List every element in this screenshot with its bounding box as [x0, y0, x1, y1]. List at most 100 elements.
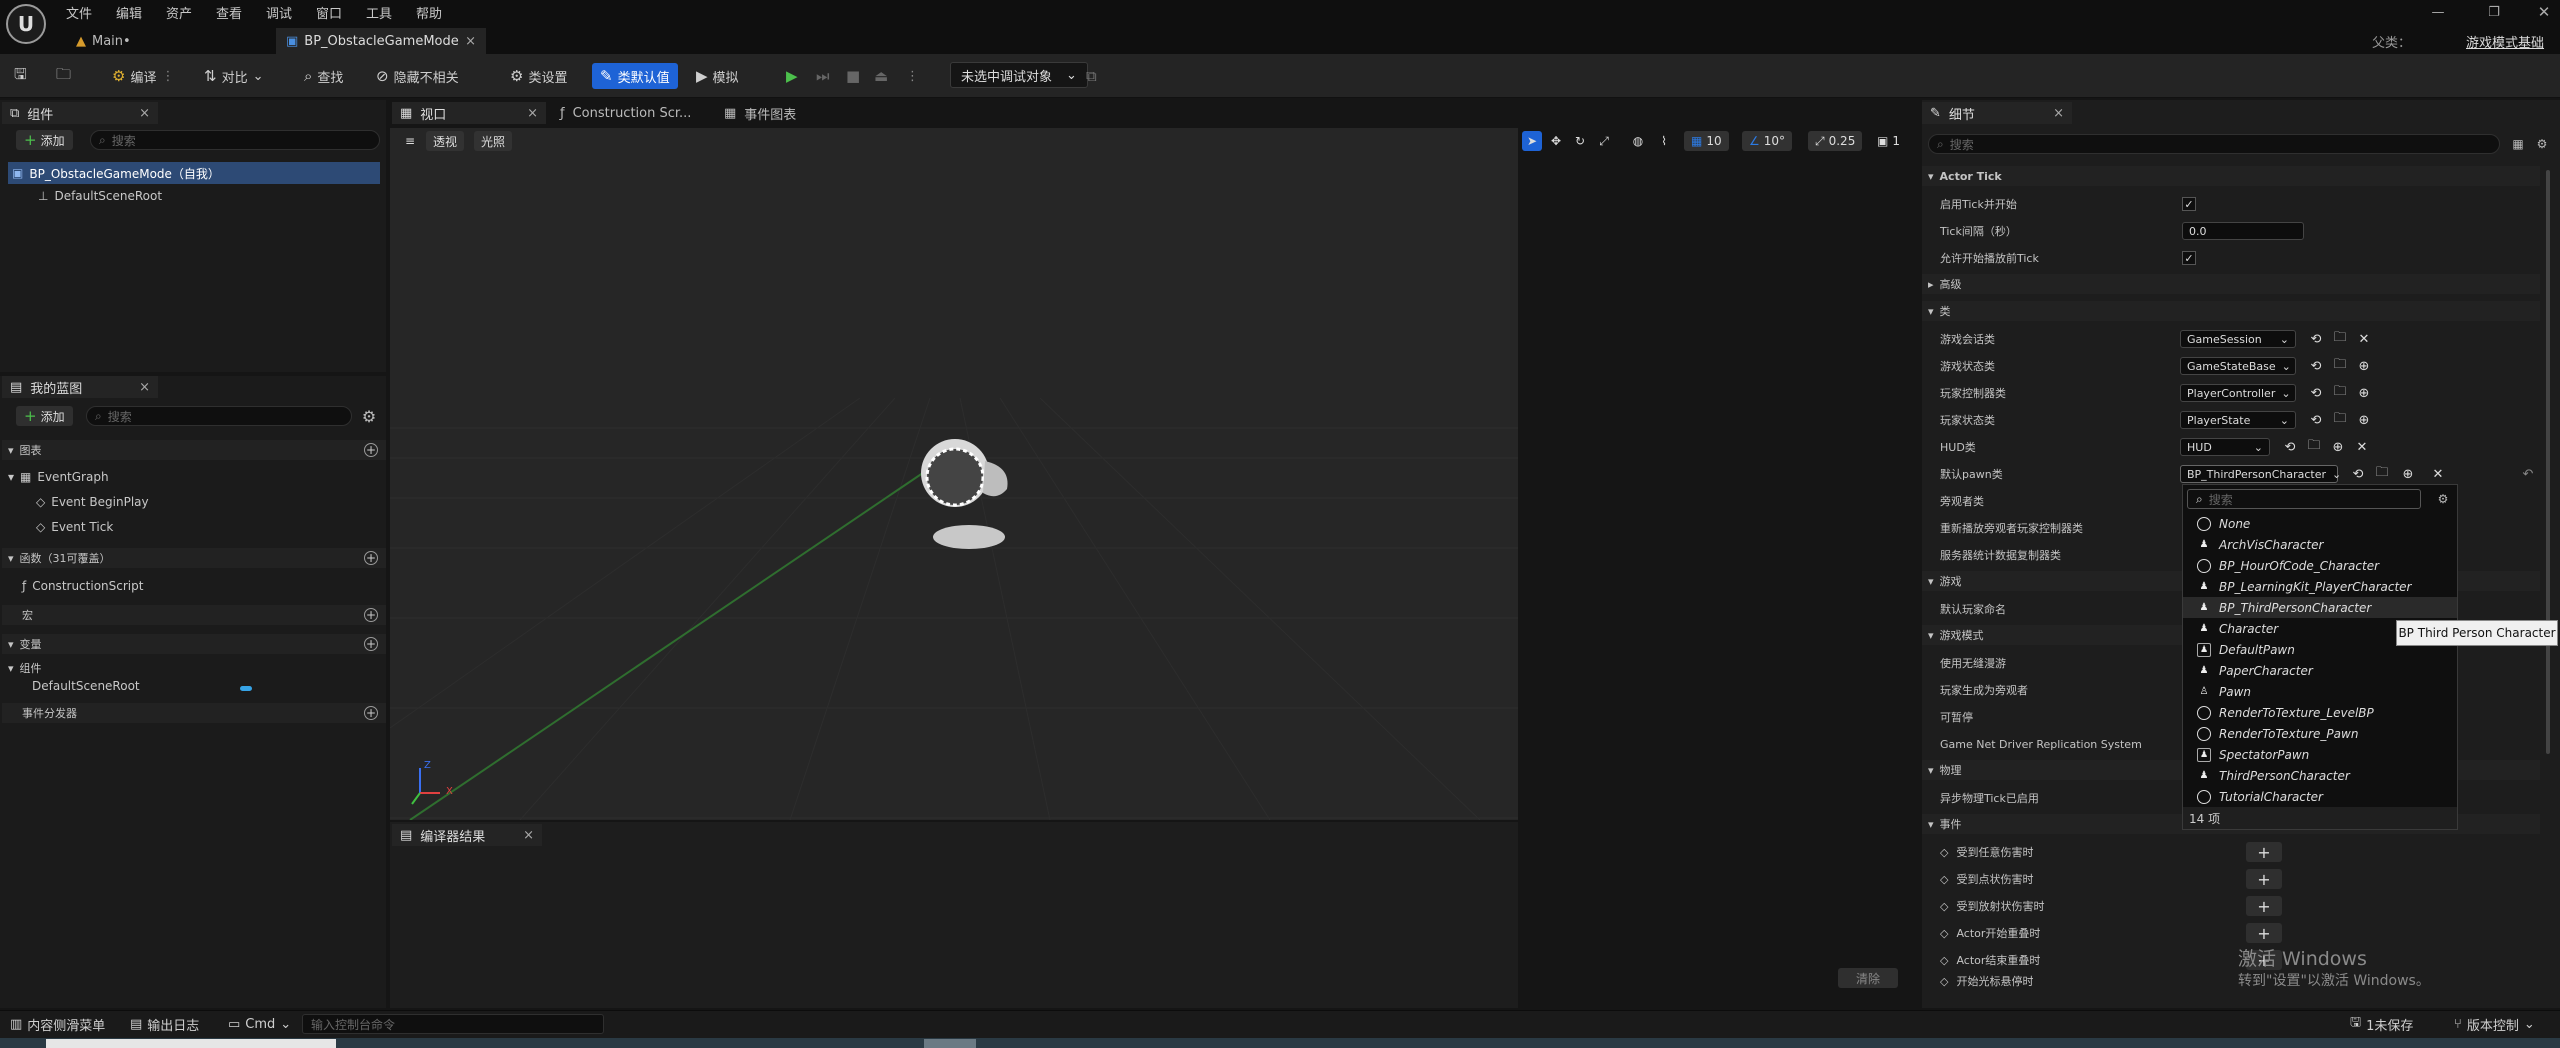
menu-tools[interactable]: 工具: [366, 3, 392, 22]
scale-tool-icon[interactable]: ⤢: [1594, 131, 1614, 151]
tab-compiler-results[interactable]: ▤ 编译器结果 ×: [392, 824, 542, 846]
tab-blueprint[interactable]: ▣ BP_ObstacleGameMode ×: [276, 28, 486, 54]
tab-details[interactable]: ✎ 细节 ×: [1922, 102, 2072, 124]
menu-view[interactable]: 查看: [216, 3, 242, 22]
add-event-button[interactable]: +: [2246, 869, 2282, 889]
browse-icon[interactable]: 🗀: [2332, 384, 2348, 401]
parent-class-link[interactable]: 游戏模式基础: [2466, 32, 2544, 51]
play-options-button[interactable]: ⋮: [906, 64, 919, 88]
lit-button[interactable]: 光照: [474, 131, 513, 151]
tab-viewport[interactable]: ▦ 视口 ×: [392, 102, 546, 124]
menu-debug[interactable]: 调试: [266, 3, 292, 22]
game-state-class-select[interactable]: GameStateBase ⌄: [2180, 357, 2296, 375]
close-icon[interactable]: ×: [2053, 106, 2064, 121]
menu-file[interactable]: 文件: [66, 3, 92, 22]
camera-speed-button[interactable]: ▣ 1: [1870, 131, 1907, 151]
my-blueprint-tab[interactable]: ▤ 我的蓝图 ×: [2, 376, 158, 398]
default-pawn-class-select[interactable]: BP_ThirdPersonCharacter ⌄: [2180, 465, 2341, 483]
hide-unrelated-button[interactable]: ⊘ 隐藏不相关: [376, 64, 459, 88]
use-selected-icon[interactable]: ⟲: [2308, 331, 2324, 347]
minimize-icon[interactable]: —: [2426, 2, 2450, 22]
add-icon[interactable]: ⊕: [2356, 412, 2372, 428]
hud-class-select[interactable]: HUD ⌄: [2180, 438, 2270, 456]
add-function-icon[interactable]: +: [364, 551, 378, 565]
reset-to-default-icon[interactable]: ↶: [2520, 466, 2536, 482]
rotate-tool-icon[interactable]: ↻: [1570, 131, 1590, 151]
class-defaults-button[interactable]: ✎ 类默认值: [592, 63, 678, 89]
picker-item-selected[interactable]: ♟ BP_ThirdPersonCharacter: [2183, 597, 2457, 618]
close-icon[interactable]: ×: [523, 828, 534, 843]
section-macros[interactable]: 宏 +: [2, 605, 386, 625]
game-session-class-select[interactable]: GameSession ⌄: [2180, 330, 2296, 348]
picker-item[interactable]: ♟ ThirdPersonCharacter: [2183, 765, 2457, 786]
picker-item[interactable]: RenderToTexture_LevelBP: [2183, 702, 2457, 723]
find-button[interactable]: ⌕ 查找: [304, 64, 343, 88]
use-selected-icon[interactable]: ⟲: [2308, 412, 2324, 428]
use-selected-icon[interactable]: ⟲: [2282, 439, 2298, 455]
step-button[interactable]: ⏭: [816, 64, 830, 88]
section-variables[interactable]: ▾ 变量 +: [2, 634, 386, 654]
clear-icon[interactable]: ✕: [2356, 331, 2372, 347]
picker-item[interactable]: ♟ BP_LearningKit_PlayerCharacter: [2183, 576, 2457, 597]
use-selected-icon[interactable]: ⟲: [2308, 358, 2324, 374]
stop-button[interactable]: ■: [846, 64, 860, 88]
add-graph-icon[interactable]: +: [364, 443, 378, 457]
browse-button[interactable]: 🗀: [56, 64, 71, 88]
output-log-button[interactable]: ▤ 输出日志: [130, 1015, 199, 1034]
use-selected-icon[interactable]: ⟲: [2350, 466, 2366, 482]
compile-options-icon[interactable]: ⋮: [161, 69, 174, 84]
viewport-menu-button[interactable]: ≡: [398, 131, 422, 151]
picker-item[interactable]: BP_HourOfCode_Character: [2183, 555, 2457, 576]
eject-button[interactable]: ⏏: [874, 64, 888, 88]
add-icon[interactable]: ⊕: [2330, 439, 2346, 455]
class-settings-button[interactable]: ⚙ 类设置: [510, 64, 567, 88]
close-icon[interactable]: ×: [527, 106, 538, 121]
menu-assets[interactable]: 资产: [166, 3, 192, 22]
rotation-snap-button[interactable]: ∠ 10°: [1742, 131, 1793, 151]
browse-icon[interactable]: 🗀: [2332, 330, 2348, 347]
clear-button[interactable]: 清除: [1838, 968, 1898, 988]
browse-icon[interactable]: 🗀: [2332, 411, 2348, 428]
details-scrollbar[interactable]: [2546, 170, 2550, 754]
browse-icon[interactable]: 🗀: [2374, 465, 2390, 482]
save-button[interactable]: 🖫: [14, 64, 27, 88]
settings-gear-icon[interactable]: ⚙: [358, 405, 380, 427]
add-dispatcher-icon[interactable]: +: [364, 706, 378, 720]
debug-object-select[interactable]: 未选中调试对象 ⌄: [950, 62, 1088, 88]
picker-item[interactable]: TutorialCharacter: [2183, 786, 2457, 807]
source-control-button[interactable]: ⑂ 版本控制 ⌄: [2454, 1015, 2535, 1034]
picker-item[interactable]: ♟ SpectatorPawn: [2183, 744, 2457, 765]
my-blueprint-search-input[interactable]: ⌕ 搜索: [86, 406, 352, 426]
player-controller-class-select[interactable]: PlayerController ⌄: [2180, 384, 2296, 402]
select-tool-icon[interactable]: ➤: [1522, 131, 1542, 151]
picker-settings-gear-icon[interactable]: ⚙: [2433, 489, 2453, 509]
clear-icon[interactable]: ✕: [2354, 439, 2370, 455]
menu-window[interactable]: 窗口: [316, 3, 342, 22]
add-macro-icon[interactable]: +: [364, 608, 378, 622]
add-event-button[interactable]: +: [2246, 842, 2282, 862]
simulate-button[interactable]: ▶ 模拟: [696, 64, 739, 88]
menu-edit[interactable]: 编辑: [116, 3, 142, 22]
cmd-select[interactable]: ▭ Cmd ⌄: [228, 1015, 291, 1033]
move-tool-icon[interactable]: ✥: [1546, 131, 1566, 151]
event-beginplay-item[interactable]: ◇ Event BeginPlay: [36, 495, 149, 509]
add-event-button[interactable]: +: [2246, 923, 2282, 943]
diff-button[interactable]: ⇅ 对比 ⌄: [204, 64, 264, 88]
component-item-root[interactable]: ⊥ DefaultSceneRoot: [38, 189, 162, 203]
add-member-button[interactable]: + 添加: [16, 406, 73, 426]
tab-construction-script[interactable]: ƒ Construction Scr...: [552, 102, 702, 124]
debug-browse-button[interactable]: ⧉: [1086, 64, 1097, 88]
menu-help[interactable]: 帮助: [416, 3, 442, 22]
close-icon[interactable]: ×: [139, 106, 150, 121]
details-search-input[interactable]: ⌕ 搜索: [1928, 134, 2500, 154]
picker-item[interactable]: RenderToTexture_Pawn: [2183, 723, 2457, 744]
tick-before-play-checkbox[interactable]: ✓: [2182, 251, 2196, 265]
compile-button[interactable]: ⚙ 编译 ⋮: [112, 64, 174, 88]
add-variable-icon[interactable]: +: [364, 637, 378, 651]
panel-splitter[interactable]: [1918, 100, 1922, 1008]
add-component-button[interactable]: + 添加: [16, 130, 73, 150]
section-functions[interactable]: ▾ 函数（31可覆盖） +: [2, 548, 386, 568]
components-tab[interactable]: ⧉ 组件 ×: [2, 102, 158, 124]
surface-snap-icon[interactable]: ⌇: [1654, 131, 1674, 151]
construction-script-item[interactable]: ƒ ConstructionScript: [22, 579, 143, 593]
